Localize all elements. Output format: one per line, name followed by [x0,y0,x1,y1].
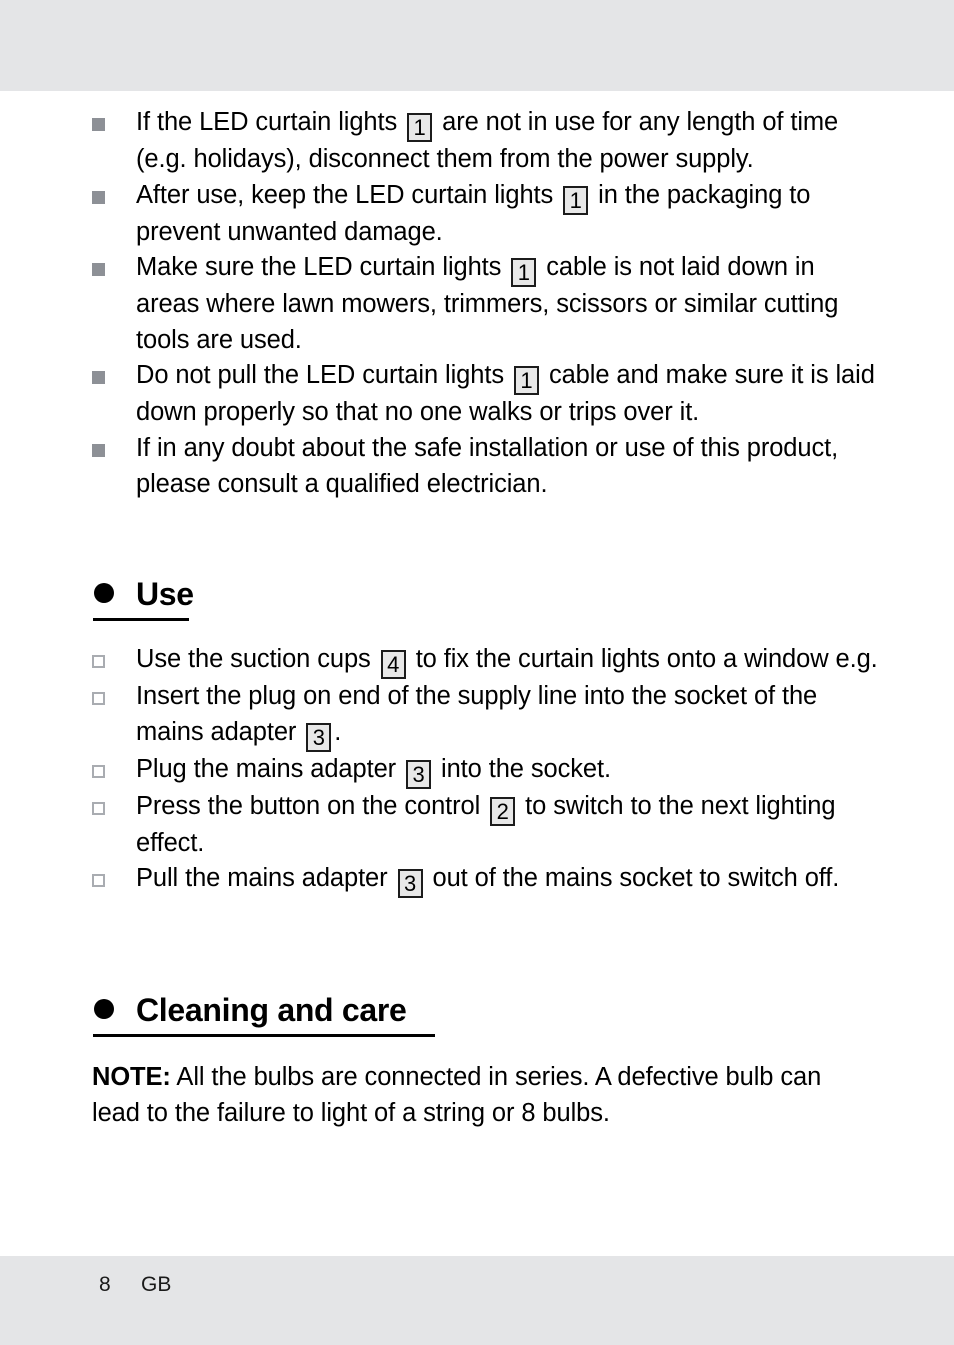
list-item: Press the button on the control 2 to swi… [92,789,882,862]
list-item-text: Insert the plug on end of the supply lin… [136,682,818,746]
hollow-square-bullet-icon [92,874,105,888]
list-item-text: If in any doubt about the safe installat… [136,433,839,498]
page-content: If the LED curtain lights 1 are not in u… [92,105,882,1132]
safety-notes-list: If the LED curtain lights 1 are not in u… [92,105,882,502]
list-item: Make sure the LED curtain lights 1 cable… [92,250,882,358]
list-item-text: Press the button on the control [136,791,488,820]
list-item-text: Make sure the LED curtain lights [136,253,509,282]
part-reference-box: 3 [397,869,423,899]
page-body: If the LED curtain lights 1 are not in u… [0,91,954,1256]
cleaning-heading-label: Cleaning and care [136,992,407,1029]
filled-square-bullet-icon [92,443,105,457]
page-footer: 8 GB [0,1256,954,1345]
list-item: Pull the mains adapter 3 out of the main… [92,861,882,899]
list-item: If the LED curtain lights 1 are not in u… [92,105,882,178]
filled-circle-bullet-icon [94,583,114,604]
hollow-square-bullet-icon [92,655,105,669]
cleaning-heading-underline [93,1033,435,1038]
page-number: 8 [99,1273,111,1296]
list-item-text: Plug the mains adapter [136,754,404,783]
list-item-text: Do not pull the LED curtain lights [136,361,511,390]
list-item: Do not pull the LED curtain lights 1 cab… [92,358,882,431]
use-steps-list: Use the suction cups 4 to fix the curtai… [92,642,882,899]
part-reference-box: 1 [513,366,539,396]
note-body: All the bulbs are connected in series. A… [92,1063,822,1127]
part-reference-box: 1 [563,185,589,215]
note-label: NOTE: [92,1063,171,1092]
list-item-text: to fix the curtain lights onto a window … [408,645,878,674]
part-reference-box: 1 [407,113,433,142]
part-reference-box: 4 [380,650,406,680]
list-item: Use the suction cups 4 to fix the curtai… [92,642,882,680]
hollow-square-bullet-icon [92,764,105,778]
filled-square-bullet-icon [92,263,105,277]
use-section-heading: Use [92,572,882,622]
list-item-text: After use, keep the LED curtain lights [136,180,561,209]
top-margin-band [0,0,954,91]
filled-circle-bullet-icon [94,999,114,1020]
list-item-text: . [334,717,342,746]
hollow-square-bullet-icon [92,801,105,815]
locale-code: GB [141,1273,172,1296]
cleaning-note-paragraph: NOTE: All the bulbs are connected in ser… [92,1060,852,1131]
filled-square-bullet-icon [92,118,105,131]
list-item-text: If the LED curtain lights [136,108,405,136]
hollow-square-bullet-icon [92,692,105,706]
part-reference-box: 3 [306,722,332,752]
list-item: Plug the mains adapter 3 into the socket… [92,752,882,789]
use-heading-underline [93,617,189,622]
part-reference-box: 3 [406,759,432,789]
part-reference-box: 1 [511,258,537,288]
filled-square-bullet-icon [92,371,105,385]
list-item: If in any doubt about the safe installat… [92,431,882,502]
list-item: Insert the plug on end of the supply lin… [92,679,882,752]
list-item-text: Pull the mains adapter [136,864,395,893]
list-item-text: Use the suction cups [136,645,378,674]
part-reference-box: 2 [490,796,516,826]
list-item: After use, keep the LED curtain lights 1… [92,178,882,251]
list-item-text: out of the mains socket to switch off. [425,864,840,893]
list-item-text: into the socket. [434,754,611,783]
cleaning-section-heading: Cleaning and care [92,988,882,1038]
filled-square-bullet-icon [92,190,105,204]
use-heading-label: Use [136,576,194,613]
